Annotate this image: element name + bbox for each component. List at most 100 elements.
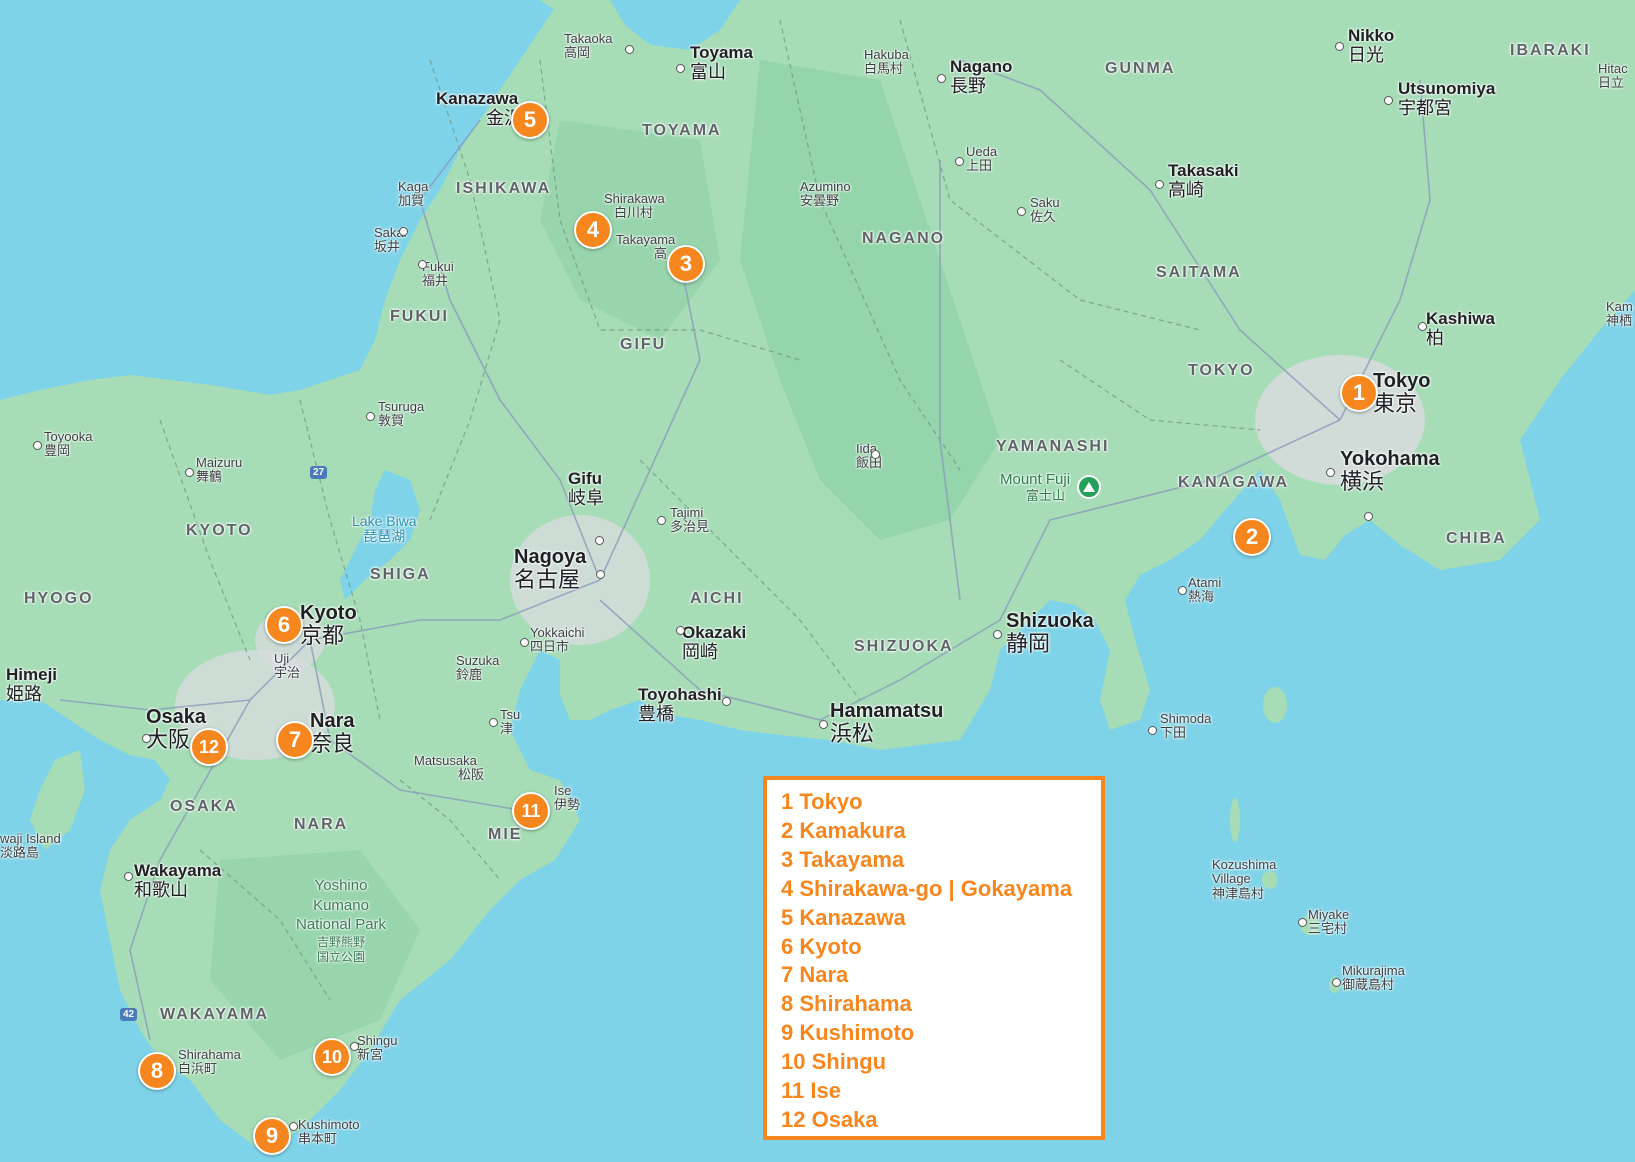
region-label: IBARAKI <box>1510 42 1591 59</box>
mountain-icon[interactable] <box>1077 475 1101 499</box>
city-label-shimoda[interactable]: Shimoda 下田 <box>1160 711 1211 741</box>
marker-1-tokyo[interactable]: 1 <box>1340 374 1378 412</box>
city-label-saku[interactable]: Saku 佐久 <box>1030 195 1060 225</box>
legend-item: 3 Takayama <box>781 846 905 872</box>
city-label-awaji-island[interactable]: waji Island 淡路島 <box>0 831 61 861</box>
city-dot <box>1017 207 1026 216</box>
region-label: CHIBA <box>1446 530 1507 547</box>
city-label-nara[interactable]: Nara 奈良 <box>310 710 354 756</box>
region-label: NARA <box>294 816 349 833</box>
city-dot <box>676 626 685 635</box>
map-canvas[interactable]: IBARAKI GUNMA TOYAMA ISHIKAWA NAGANO SAI… <box>0 0 1635 1162</box>
city-label-maizuru[interactable]: Maizuru 舞鶴 <box>196 455 242 485</box>
region-label: TOYAMA <box>642 122 722 139</box>
city-label-uji[interactable]: Uji 宇治 <box>274 651 300 681</box>
city-label-wakayama[interactable]: Wakayama 和歌山 <box>134 861 221 900</box>
legend-item: 12 Osaka <box>781 1106 878 1132</box>
city-label-nagoya[interactable]: Nagoya 名古屋 <box>514 546 586 592</box>
city-label-kyoto[interactable]: Kyoto 京都 <box>300 602 357 648</box>
city-label-kashiwa[interactable]: Kashiwa 柏 <box>1426 309 1495 348</box>
city-dot <box>871 450 880 459</box>
city-dot <box>1326 468 1335 477</box>
region-label: SHIZUOKA <box>854 638 954 655</box>
city-label-yokohama[interactable]: Yokohama 横浜 <box>1340 448 1440 494</box>
city-label-himeji[interactable]: Himeji 姫路 <box>6 665 57 704</box>
city-label-kushimoto[interactable]: Kushimoto 串本町 <box>298 1117 359 1147</box>
city-label-hakuba[interactable]: Hakuba 白馬村 <box>864 47 909 77</box>
city-label-azumino[interactable]: Azumino 安曇野 <box>800 179 851 209</box>
city-label-toyooka[interactable]: Toyooka 豊岡 <box>44 429 92 459</box>
marker-7-nara[interactable]: 7 <box>276 721 314 759</box>
marker-11-ise[interactable]: 11 <box>512 792 550 830</box>
region-label: ISHIKAWA <box>456 180 552 197</box>
city-label-ueda[interactable]: Ueda 上田 <box>966 144 997 174</box>
city-label-utsunomiya[interactable]: Utsunomiya 宇都宮 <box>1398 79 1495 118</box>
city-dot <box>955 157 964 166</box>
legend-item: 4 Shirakawa-go | Gokayama <box>781 875 1073 901</box>
city-dot <box>489 718 498 727</box>
city-dot <box>1178 586 1187 595</box>
city-label-takayama[interactable]: Takayama 高 <box>616 232 675 262</box>
city-label-toyama[interactable]: Toyama 富山 <box>690 43 753 82</box>
city-label-shirahama[interactable]: Shirahama 白浜町 <box>178 1047 241 1077</box>
city-label-atami[interactable]: Atami 熱海 <box>1188 575 1221 605</box>
city-label-yokkaichi[interactable]: Yokkaichi 四日市 <box>530 625 584 655</box>
route-shield: 27 <box>310 466 328 479</box>
city-label-nagano[interactable]: Nagano 長野 <box>950 57 1012 96</box>
city-label-hitachi[interactable]: Hitac 日立 <box>1598 61 1628 91</box>
legend-item: 2 Kamakura <box>781 817 906 843</box>
marker-3-takayama[interactable]: 3 <box>667 245 705 283</box>
marker-6-kyoto[interactable]: 6 <box>265 606 303 644</box>
city-label-toyohashi[interactable]: Toyohashi 豊橋 <box>638 685 722 724</box>
city-label-tsuruga[interactable]: Tsuruga 敦賀 <box>378 399 424 429</box>
city-label-gifu[interactable]: Gifu 岐阜 <box>568 469 604 508</box>
region-label: GUNMA <box>1105 60 1176 77</box>
city-label-kaga[interactable]: Kaga 加賀 <box>398 179 428 209</box>
city-label-nikko[interactable]: Nikko 日光 <box>1348 26 1394 65</box>
city-dot <box>366 412 375 421</box>
marker-4-shirakawa-go[interactable]: 4 <box>574 211 612 249</box>
city-label-matsusaka[interactable]: Matsusaka 松阪 <box>414 753 484 783</box>
city-dot <box>819 720 828 729</box>
city-dot <box>185 468 194 477</box>
city-dot <box>124 872 133 881</box>
region-label: OSAKA <box>170 798 238 815</box>
city-label-hamamatsu[interactable]: Hamamatsu 浜松 <box>830 700 943 746</box>
marker-10-shingu[interactable]: 10 <box>313 1038 351 1076</box>
legend-item: 11 Ise <box>781 1078 841 1104</box>
city-label-shizuoka[interactable]: Shizuoka 静岡 <box>1006 610 1094 656</box>
city-label-shirakawa[interactable]: Shirakawa 白川村 <box>604 191 665 221</box>
marker-2-kamakura[interactable]: 2 <box>1233 518 1271 556</box>
city-dot <box>1148 726 1157 735</box>
city-label-tajimi[interactable]: Tajimi 多治見 <box>670 505 709 535</box>
city-label-tsu[interactable]: Tsu 津 <box>500 707 520 737</box>
city-label-miyake[interactable]: Miyake 三宅村 <box>1308 907 1349 937</box>
city-label-mount-fuji[interactable]: Mount Fuji 富士山 <box>1000 471 1070 503</box>
marker-12-osaka[interactable]: 12 <box>190 728 228 766</box>
region-label: SHIGA <box>370 566 431 583</box>
marker-9-kushimoto[interactable]: 9 <box>253 1117 291 1155</box>
legend-item: 7 Nara <box>781 962 849 988</box>
city-label-tokyo[interactable]: Tokyo 東京 <box>1373 370 1430 416</box>
city-label-okazaki[interactable]: Okazaki 岡崎 <box>682 623 746 662</box>
city-label-kanazawa[interactable]: Kanazawa 金沢 <box>436 89 522 128</box>
national-park-label: Yoshino Kumano National Park 吉野熊野 国立公園 <box>296 877 387 965</box>
city-label-shingu[interactable]: Shingu 新宮 <box>357 1033 397 1063</box>
marker-5-kanazawa[interactable]: 5 <box>511 101 549 139</box>
marker-8-shirahama[interactable]: 8 <box>138 1052 176 1090</box>
city-label-kamisu[interactable]: Kam 神栖 <box>1606 299 1633 329</box>
city-label-suzuka[interactable]: Suzuka 鈴鹿 <box>456 653 499 683</box>
legend-item: 6 Kyoto <box>781 933 862 959</box>
city-label-ise[interactable]: Ise 伊勢 <box>554 783 580 813</box>
city-label-kozushima[interactable]: Kozushima Village 神津島村 <box>1212 857 1312 901</box>
region-label: WAKAYAMA <box>160 1006 270 1023</box>
city-label-takaoka[interactable]: Takaoka 高岡 <box>564 31 612 61</box>
region-label: TOKYO <box>1188 362 1255 379</box>
city-dot <box>625 45 634 54</box>
city-label-takasaki[interactable]: Takasaki 高崎 <box>1168 161 1239 200</box>
legend-item: 9 Kushimoto <box>781 1020 915 1046</box>
city-label-mikurajima[interactable]: Mikurajima 御蔵島村 <box>1342 963 1405 993</box>
city-dot <box>418 260 427 269</box>
region-label: FUKUI <box>390 308 449 325</box>
region-label: NAGANO <box>862 230 946 247</box>
